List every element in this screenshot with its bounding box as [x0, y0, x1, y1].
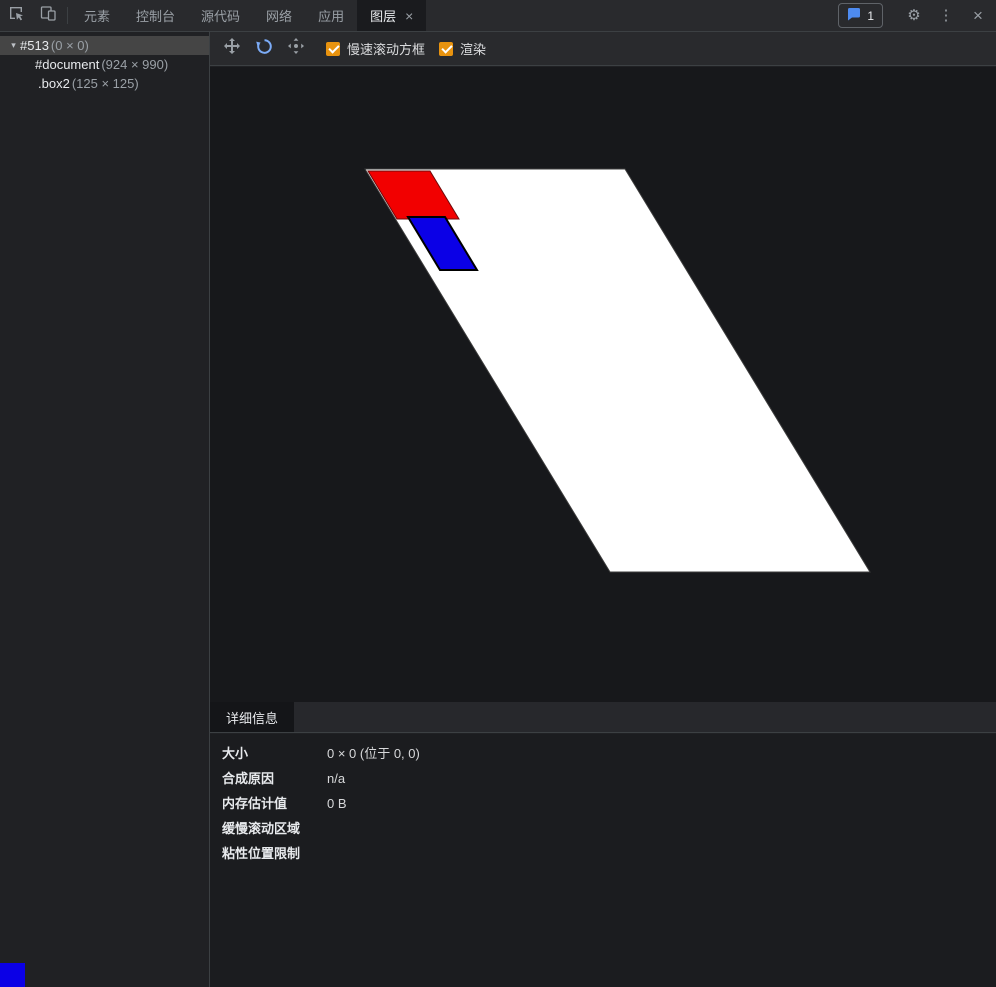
- close-tab-icon[interactable]: ×: [405, 8, 413, 24]
- slow-scroll-checkbox[interactable]: [326, 42, 340, 56]
- issues-count: 1: [867, 9, 874, 23]
- settings-button[interactable]: ⚙: [898, 8, 930, 23]
- detail-row-sticky-constraints: 粘性位置限制: [222, 846, 996, 861]
- detail-row-slow-scroll-regions: 缓慢滚动区域: [222, 821, 996, 836]
- detail-label: 大小: [222, 746, 327, 761]
- inspect-icon: [8, 5, 24, 26]
- toolbar-divider: [67, 7, 68, 24]
- topbar-right-controls: 1 ⚙ ⋮ ×: [838, 0, 996, 31]
- detail-row-memory-estimate: 内存估计值 0 B: [222, 796, 996, 811]
- layer-tree-sidebar: ▾ #513 (0 × 0) #document (924 × 990) .bo…: [0, 32, 210, 987]
- expander-icon[interactable]: ▾: [7, 40, 20, 51]
- reset-view-button[interactable]: [280, 35, 312, 63]
- tab-console[interactable]: 控制台: [123, 0, 188, 31]
- detail-value: 0 × 0 (位于 0, 0): [327, 746, 420, 761]
- inspect-element-button[interactable]: [0, 0, 32, 31]
- tab-layers[interactable]: 图层 ×: [357, 0, 426, 31]
- tab-sources[interactable]: 源代码: [188, 0, 253, 31]
- pan-mode-button[interactable]: [216, 35, 248, 63]
- layers-3d-canvas: [210, 67, 996, 702]
- layer-size: (125 × 125): [72, 76, 139, 91]
- device-toolbar-icon: [40, 5, 56, 26]
- detail-row-compositing-reason: 合成原因 n/a: [222, 771, 996, 786]
- paints-label: 渲染: [460, 39, 486, 58]
- details-tab-strip: 详细信息: [210, 702, 996, 733]
- issues-icon: [847, 7, 861, 24]
- layer-size: (0 × 0): [51, 38, 89, 53]
- tab-label: 应用: [318, 6, 344, 25]
- layer-name: .box2: [38, 76, 70, 91]
- detail-label: 缓慢滚动区域: [222, 821, 327, 836]
- panel-tabs: 元素 控制台 源代码 网络 应用 图层 ×: [71, 0, 426, 31]
- slow-scroll-label: 慢速滚动方框: [347, 39, 425, 58]
- layers-panel-main: 慢速滚动方框 渲染 详细信息 大小 0 × 0 (位于 0, 0) 合成原因 n…: [210, 32, 996, 987]
- layers-toolbar: 慢速滚动方框 渲染: [210, 32, 996, 66]
- device-toolbar-button[interactable]: [32, 0, 64, 31]
- tree-row-513[interactable]: ▾ #513 (0 × 0): [0, 36, 209, 55]
- tree-row-box2[interactable]: .box2 (125 × 125): [0, 74, 209, 93]
- detail-label: 内存估计值: [222, 796, 327, 811]
- issues-badge[interactable]: 1: [838, 3, 883, 28]
- reset-view-icon: [287, 37, 305, 60]
- layer-name: #document: [35, 57, 99, 72]
- layers-3d-viewport[interactable]: [210, 67, 996, 702]
- paints-checkbox[interactable]: [439, 42, 453, 56]
- layer-name: #513: [20, 38, 49, 53]
- more-options-button[interactable]: ⋮: [930, 8, 962, 23]
- close-icon: ×: [973, 7, 983, 24]
- tab-network[interactable]: 网络: [253, 0, 305, 31]
- detail-label: 合成原因: [222, 771, 327, 786]
- rotate-mode-button[interactable]: [248, 35, 280, 63]
- devtools-topbar: 元素 控制台 源代码 网络 应用 图层 × 1 ⚙: [0, 0, 996, 32]
- tab-label: 元素: [84, 6, 110, 25]
- details-content: 大小 0 × 0 (位于 0, 0) 合成原因 n/a 内存估计值 0 B 缓慢…: [210, 734, 996, 987]
- tab-application[interactable]: 应用: [305, 0, 357, 31]
- paints-toggle[interactable]: 渲染: [439, 39, 486, 58]
- kebab-icon: ⋮: [939, 8, 954, 23]
- tab-label: 源代码: [201, 6, 240, 25]
- detail-row-size: 大小 0 × 0 (位于 0, 0): [222, 746, 996, 761]
- detail-label: 粘性位置限制: [222, 846, 327, 861]
- tab-label: 图层: [370, 6, 396, 25]
- tab-label: 控制台: [136, 6, 175, 25]
- layer-size: (924 × 990): [101, 57, 168, 72]
- page-blue-box: [0, 963, 25, 987]
- detail-value: 0 B: [327, 796, 347, 811]
- tab-label: 网络: [266, 6, 292, 25]
- pan-icon: [223, 37, 241, 60]
- detail-value: n/a: [327, 771, 345, 786]
- tree-row-document[interactable]: #document (924 × 990): [0, 55, 209, 74]
- tab-elements[interactable]: 元素: [71, 0, 123, 31]
- gear-icon: ⚙: [907, 8, 920, 23]
- rotate-icon: [255, 37, 274, 61]
- slow-scroll-toggle[interactable]: 慢速滚动方框: [326, 39, 425, 58]
- close-devtools-button[interactable]: ×: [962, 7, 994, 24]
- tab-details[interactable]: 详细信息: [210, 702, 294, 732]
